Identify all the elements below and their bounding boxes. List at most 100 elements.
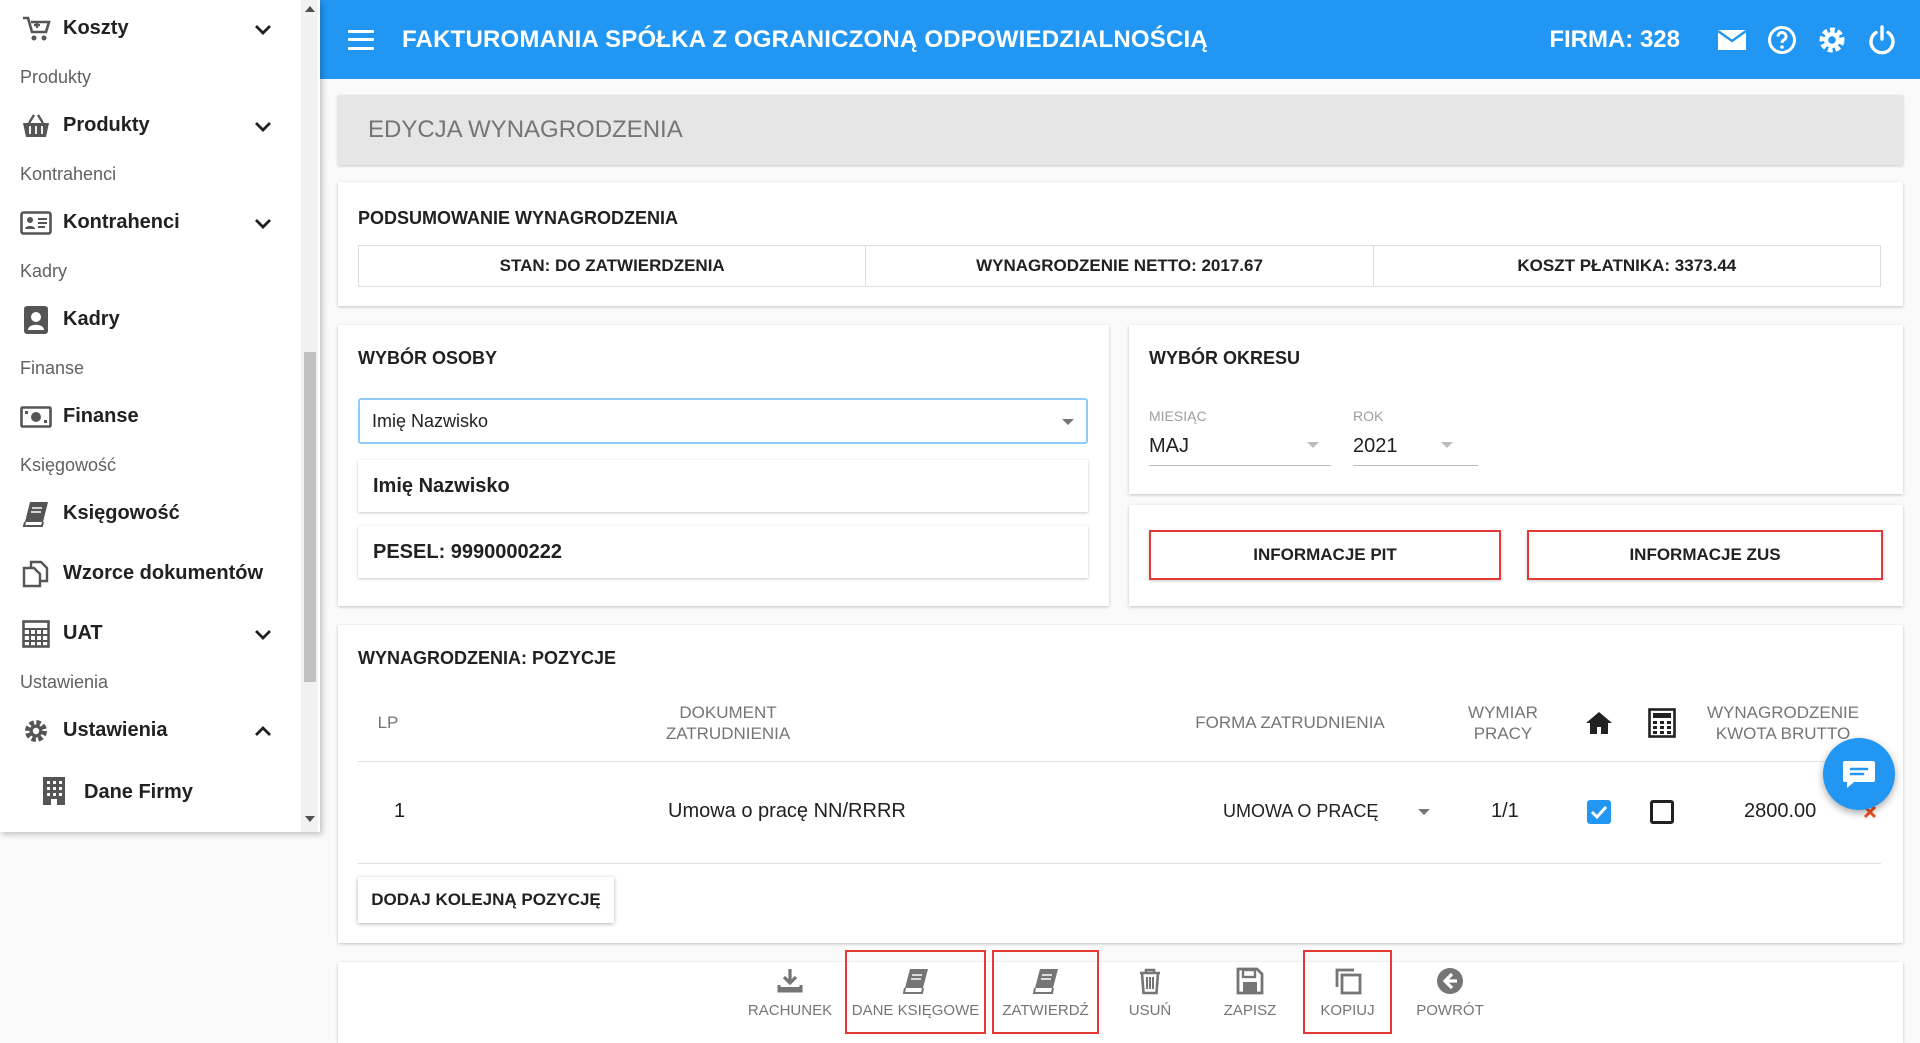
sidebar-item-uat[interactable]: UAT — [0, 610, 300, 657]
sidebar-section-ustawienia: Ustawienia — [20, 671, 109, 692]
employment-form-value: UMOWA O PRACĘ — [1223, 801, 1379, 821]
sidebar-item-dane-firmy[interactable]: Dane Firmy — [0, 762, 300, 822]
person-card: WYBÓR OSOBY Imię Nazwisko Imię Nazwisko … — [338, 325, 1109, 606]
summary-row: STAN: DO ZATWIERDZENIA WYNAGRODZENIE NET… — [358, 245, 1881, 287]
dropdown-arrow-icon — [1062, 419, 1074, 425]
zapisz-button[interactable]: ZAPISZ — [1210, 950, 1290, 1034]
company-title: FAKTUROMANIA SPÓŁKA Z OGRANICZONĄ ODPOWI… — [402, 25, 1208, 53]
settings-gear-icon[interactable] — [1816, 24, 1848, 56]
powrot-button[interactable]: POWRÓT — [1410, 950, 1490, 1034]
contact-card-icon — [20, 207, 52, 239]
calculator-checkbox[interactable] — [1650, 800, 1674, 824]
dropdown-arrow-icon — [1441, 442, 1453, 448]
row-dokument: Umowa o pracę NN/RRRR — [668, 800, 906, 822]
header-divider — [358, 761, 1881, 762]
mail-icon[interactable] — [1716, 24, 1748, 56]
book-icon — [902, 968, 928, 994]
sidebar-item-label: Produkty — [63, 114, 150, 136]
dane-ksiegowe-label: DANE KSIĘGOWE — [851, 1001, 980, 1019]
sidebar-item-kadry[interactable]: Kadry — [0, 296, 300, 343]
basket-icon — [20, 110, 52, 142]
check-icon — [1590, 805, 1608, 820]
person-name: Imię Nazwisko — [358, 460, 1088, 512]
sidebar-item-label: Kontrahenci — [63, 211, 180, 233]
row-brutto: 2800.00 — [1744, 800, 1817, 822]
column-header-forma: FORMA ZATRUDNIENIA — [1195, 713, 1385, 732]
sidebar-section-produkty: Produkty — [20, 66, 92, 87]
home-icon — [1586, 712, 1612, 734]
building-icon — [42, 776, 68, 808]
summary-card: PODSUMOWANIE WYNAGRODZENIA STAN: DO ZATW… — [338, 182, 1903, 306]
book-icon — [20, 498, 52, 530]
chevron-down-icon[interactable] — [252, 212, 274, 234]
sidebar-item-kontrahenci[interactable]: Kontrahenci — [0, 199, 300, 246]
sidebar-item-label: Finanse — [63, 405, 139, 427]
row-wymiar: 1/1 — [1491, 800, 1519, 822]
sidebar-item-ustawienia[interactable]: Ustawienia — [0, 707, 300, 754]
info-pit-button[interactable]: INFORMACJE PIT — [1149, 530, 1501, 580]
kopiuj-label: KOPIUJ — [1320, 1001, 1375, 1019]
summary-title: PODSUMOWANIE WYNAGRODZENIA — [358, 208, 679, 228]
power-icon[interactable] — [1866, 24, 1898, 56]
chevron-up-icon[interactable] — [252, 720, 274, 742]
positions-card: WYNAGRODZENIA: POZYCJE LP DOKUMENT ZATRU… — [338, 625, 1903, 943]
book-approve-icon — [1032, 968, 1058, 994]
header-line: WYMIAR — [1468, 703, 1538, 722]
info-buttons-card: INFORMACJE PIT INFORMACJE ZUS — [1129, 505, 1903, 606]
firma-number: FIRMA: 328 — [1549, 25, 1680, 53]
column-header-wymiar: WYMIAR PRACY — [1458, 702, 1548, 744]
dropdown-arrow-icon — [1307, 442, 1319, 448]
rachunek-button[interactable]: RACHUNEK — [745, 950, 835, 1034]
status-badge: STAN: DO ZATWIERDZENIA — [359, 246, 867, 286]
download-icon — [777, 968, 803, 992]
chat-icon — [1843, 761, 1875, 788]
kopiuj-button[interactable]: KOPIUJ — [1303, 950, 1392, 1034]
chevron-down-icon[interactable] — [252, 115, 274, 137]
header-line: DOKUMENT — [679, 703, 777, 722]
sidebar-section-finanse: Finanse — [20, 357, 85, 378]
person-badge-icon — [20, 304, 52, 336]
year-underline — [1353, 465, 1478, 466]
back-arrow-icon — [1437, 967, 1463, 994]
grid-table-icon — [20, 618, 52, 650]
sidebar-item-label: Księgowość — [63, 502, 180, 524]
sidebar-item-label: Koszty — [63, 17, 129, 39]
positions-title: WYNAGRODZENIA: POZYCJE — [358, 648, 617, 668]
scroll-up-arrow[interactable] — [305, 6, 315, 12]
year-value: 2021 — [1353, 435, 1398, 457]
info-zus-button[interactable]: INFORMACJE ZUS — [1527, 530, 1883, 580]
home-checkbox[interactable] — [1587, 800, 1611, 824]
scrollbar-thumb[interactable] — [304, 352, 316, 682]
sidebar-item-label: Dane Firmy — [84, 780, 193, 803]
help-icon[interactable] — [1766, 24, 1798, 56]
sidebar-scrollbar[interactable] — [301, 0, 318, 832]
chat-fab-button[interactable] — [1823, 738, 1895, 810]
sidebar-item-wzorce-dokumentow[interactable]: Wzorce dokumentów — [0, 550, 300, 597]
month-label: MIESIĄC — [1149, 408, 1207, 424]
sidebar-section-kadry: Kadry — [20, 260, 68, 281]
period-card-title: WYBÓR OKRESU — [1149, 348, 1301, 368]
sidebar-item-ksiegowosc[interactable]: Księgowość — [0, 490, 300, 537]
add-position-button[interactable]: DODAJ KOLEJNĄ POZYCJĘ — [358, 877, 614, 923]
column-header-dokument: DOKUMENT ZATRUDNIENIA — [638, 702, 818, 744]
dane-ksiegowe-button[interactable]: DANE KSIĘGOWE — [845, 950, 986, 1034]
chevron-down-icon[interactable] — [252, 623, 274, 645]
column-header-lp: LP — [377, 713, 399, 732]
copy-icon — [1335, 968, 1361, 994]
sidebar-item-produkty[interactable]: Produkty — [0, 102, 300, 149]
month-value: MAJ — [1149, 435, 1189, 457]
person-select[interactable]: Imię Nazwisko — [358, 398, 1088, 444]
zatwierdz-label: ZATWIERDŹ — [1002, 1001, 1089, 1019]
sidebar-item-label: UAT — [63, 622, 103, 644]
person-card-title: WYBÓR OSOBY — [358, 348, 498, 368]
sidebar: Koszty Produkty Produkty Kontrahenci Kon… — [0, 0, 320, 832]
usun-button[interactable]: USUŃ — [1110, 950, 1190, 1034]
net-salary-value: WYNAGRODZENIE NETTO: 2017.67 — [866, 246, 1374, 286]
sidebar-item-finanse[interactable]: Finanse — [0, 393, 300, 440]
hamburger-menu-icon[interactable] — [348, 29, 374, 50]
sidebar-item-koszty[interactable]: Koszty — [0, 5, 300, 52]
period-card: WYBÓR OKRESU MIESIĄC MAJ ROK 2021 — [1129, 325, 1903, 494]
zatwierdz-button[interactable]: ZATWIERDŹ — [992, 950, 1099, 1034]
scroll-down-arrow[interactable] — [305, 816, 315, 822]
chevron-down-icon[interactable] — [252, 18, 274, 40]
